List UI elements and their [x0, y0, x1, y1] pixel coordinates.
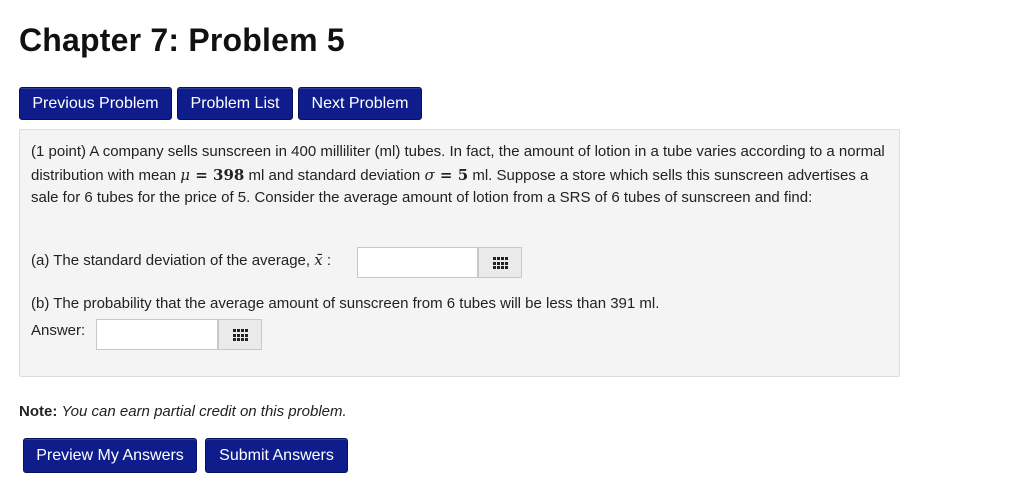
sigma-equals: =	[434, 165, 458, 184]
problem-panel: (1 point) A company sells sunscreen in 4…	[19, 129, 900, 377]
mu-equals: =	[190, 165, 214, 184]
problem-text-2: ml and standard deviation	[244, 166, 425, 184]
mu-symbol: μ	[180, 165, 190, 184]
partial-credit-note: Note: You can earn partial credit on thi…	[19, 403, 347, 420]
problem-list-button[interactable]: Problem List	[177, 87, 293, 120]
sigma-symbol: σ	[424, 165, 435, 184]
note-text: You can earn partial credit on this prob…	[61, 403, 347, 420]
part-a-label: (a) The standard deviation of the averag…	[31, 251, 331, 269]
mu-value: 398	[213, 165, 245, 184]
part-a-equation-editor-button[interactable]	[478, 247, 522, 278]
xbar-symbol: x̄	[314, 251, 323, 269]
previous-problem-button[interactable]: Previous Problem	[19, 87, 172, 120]
sigma-value: 5	[457, 165, 469, 184]
next-problem-button[interactable]: Next Problem	[298, 87, 422, 120]
part-b-equation-editor-button[interactable]	[218, 319, 262, 350]
preview-answers-button[interactable]: Preview My Answers	[23, 438, 197, 473]
part-a-colon: :	[322, 252, 332, 269]
part-a-answer-input[interactable]	[357, 247, 478, 278]
note-label: Note:	[19, 403, 58, 420]
grid-icon	[233, 329, 248, 341]
part-a-text: (a) The standard deviation of the averag…	[31, 252, 315, 269]
part-b-answer-label: Answer:	[31, 322, 86, 339]
problem-points: (1 point)	[31, 143, 87, 160]
part-b-label: (b) The probability that the average amo…	[31, 295, 660, 312]
submit-answers-button[interactable]: Submit Answers	[205, 438, 348, 473]
grid-icon	[493, 257, 508, 269]
page-title: Chapter 7: Problem 5	[19, 22, 345, 58]
part-b-answer-input[interactable]	[96, 319, 218, 350]
problem-statement: (1 point) A company sells sunscreen in 4…	[31, 141, 891, 210]
